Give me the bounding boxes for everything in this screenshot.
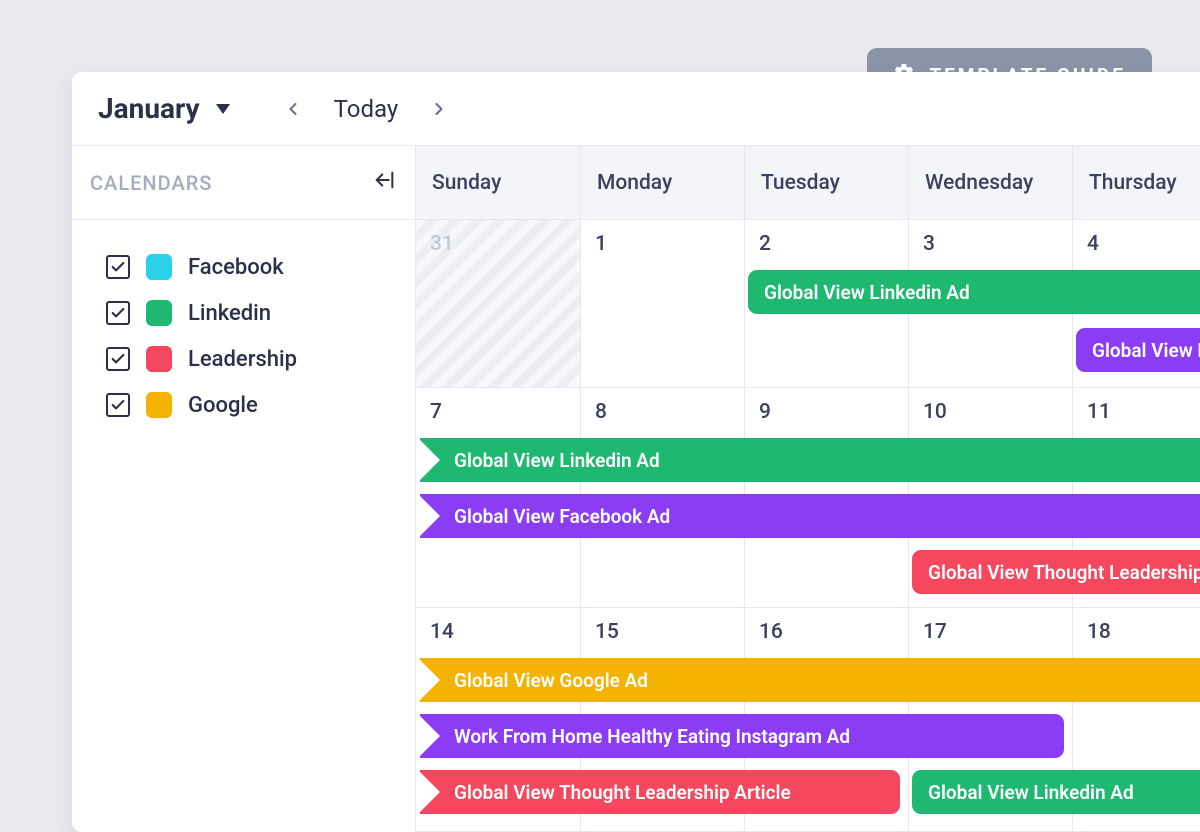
week-row: 1415161718 Global View Google AdWork Fro…	[416, 608, 1200, 832]
event-label: Global View Facebook Ad	[454, 505, 670, 528]
day-cell[interactable]: 1	[580, 220, 744, 388]
next-button[interactable]	[422, 92, 456, 126]
checkbox[interactable]	[106, 393, 130, 417]
event-pill[interactable]: Global View Linkedin Ad	[748, 270, 1200, 314]
color-swatch	[146, 300, 172, 326]
calendar-item[interactable]: Facebook	[96, 244, 399, 290]
calendar-item[interactable]: Google	[96, 382, 399, 428]
checkbox[interactable]	[106, 301, 130, 325]
event-pill[interactable]: Global View Linkedin Ad	[420, 438, 1200, 482]
event-pill[interactable]: Global View Thought Leadership Article	[420, 770, 900, 814]
month-selector[interactable]: January	[98, 92, 230, 125]
event-pill[interactable]: Global View Facebook Ad	[420, 494, 1200, 538]
calendar-item-label: Google	[188, 393, 258, 418]
calendar-item[interactable]: Linkedin	[96, 290, 399, 336]
calendar-item-label: Facebook	[188, 255, 284, 280]
event-pill[interactable]: Global View Thought Leadership Article	[912, 550, 1200, 594]
event-pill[interactable]: Work From Home Healthy Eating Instagram …	[420, 714, 1064, 758]
event-label: Global View Linkedin Ad	[764, 281, 970, 304]
event-label: Global View Facebook Ad	[1092, 339, 1200, 362]
month-label: January	[98, 92, 200, 125]
event-label: Global View Google Ad	[454, 669, 648, 692]
event-pill[interactable]: Global View Linkedin Ad	[912, 770, 1200, 814]
sidebar-title: CALENDARS	[90, 171, 212, 195]
sidebar-header: CALENDARS	[72, 146, 415, 220]
checkbox[interactable]	[106, 255, 130, 279]
event-pill[interactable]: Global View Google Ad	[420, 658, 1200, 702]
collapse-sidebar-icon[interactable]	[373, 169, 397, 197]
day-cell[interactable]: 31	[416, 220, 580, 388]
day-header: Sunday	[416, 146, 580, 219]
color-swatch	[146, 346, 172, 372]
color-swatch	[146, 392, 172, 418]
calendar-grid: SundayMondayTuesdayWednesdayThursday 311…	[416, 146, 1200, 832]
day-header: Wednesday	[908, 146, 1072, 219]
calendar-item-label: Linkedin	[188, 301, 271, 326]
day-header: Tuesday	[744, 146, 908, 219]
today-label: Today	[334, 95, 399, 123]
today-button[interactable]: Today	[330, 95, 403, 123]
event-label: Global View Linkedin Ad	[928, 781, 1134, 804]
event-label: Global View Linkedin Ad	[454, 449, 660, 472]
checkbox[interactable]	[106, 347, 130, 371]
topbar: January Today	[72, 72, 1200, 146]
calendar-list: Facebook Linkedin Leadership Google	[72, 220, 415, 428]
week-row: 311234 Global View Linkedin AdGlobal Vie…	[416, 220, 1200, 388]
calendar-window: January Today CALENDARS FacebookLin	[72, 72, 1200, 832]
prev-button[interactable]	[276, 92, 310, 126]
sidebar: CALENDARS Facebook Linkedin Leadership Goog…	[72, 146, 416, 832]
calendar-item-label: Leadership	[188, 347, 297, 372]
week-row: 7891011 Global View Linkedin AdGlobal Vi…	[416, 388, 1200, 608]
calendar-item[interactable]: Leadership	[96, 336, 399, 382]
day-header: Monday	[580, 146, 744, 219]
day-header: Thursday	[1072, 146, 1200, 219]
event-label: Work From Home Healthy Eating Instagram …	[454, 725, 850, 748]
day-header-row: SundayMondayTuesdayWednesdayThursday	[416, 146, 1200, 220]
event-label: Global View Thought Leadership Article	[928, 561, 1200, 584]
color-swatch	[146, 254, 172, 280]
chevron-down-icon	[216, 104, 230, 114]
event-pill[interactable]: Global View Facebook Ad	[1076, 328, 1200, 372]
event-label: Global View Thought Leadership Article	[454, 781, 791, 804]
